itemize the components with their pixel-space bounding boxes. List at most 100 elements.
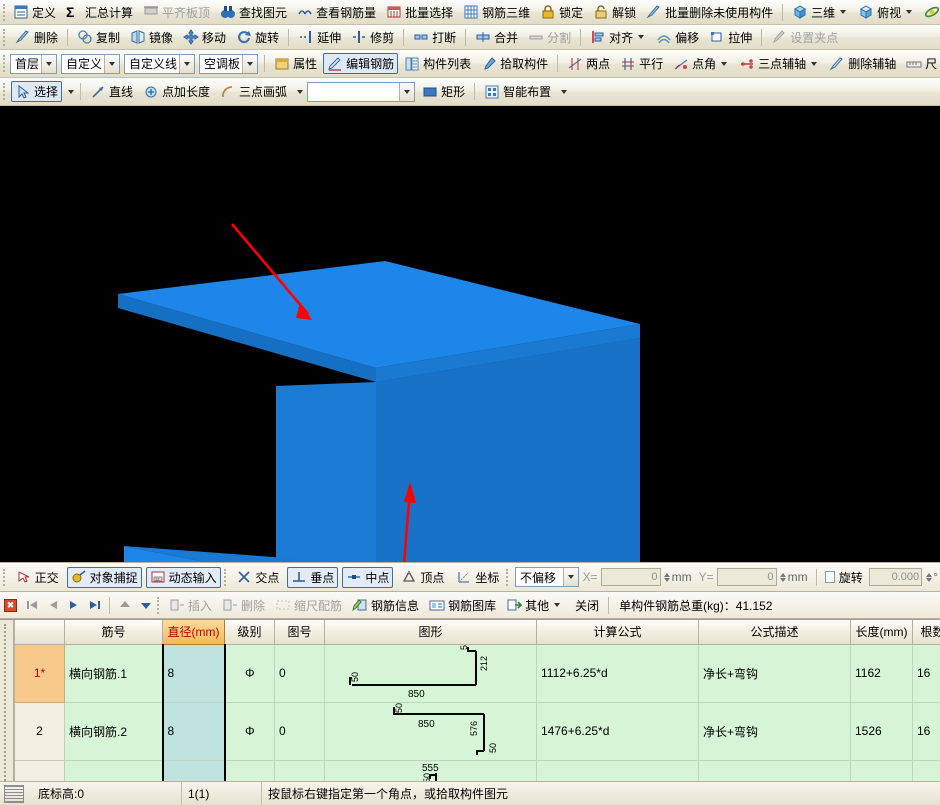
snap-button-coordinate[interactable]: 坐标 [452, 567, 503, 588]
column-header-length[interactable]: 长度(mm) [851, 620, 913, 644]
nav-first-record-button[interactable] [22, 596, 41, 615]
cell-figure-number[interactable]: 0 [275, 644, 325, 702]
toolbar-button-lock[interactable]: 锁定 [536, 2, 587, 23]
table-row[interactable]: 2横向钢筋.28Φ050850576501476+6.25*d净长+弯钩1526… [1, 702, 940, 760]
toolbar-button-rebar-info[interactable]: 钢筋信息 [348, 595, 423, 616]
chevron-down-icon[interactable] [554, 603, 560, 607]
column-header-figno[interactable]: 图号 [275, 620, 325, 644]
toolbar-button-binoculars[interactable]: 查找图元 [216, 2, 291, 23]
chevron-down-icon[interactable] [721, 62, 727, 66]
row-number[interactable]: 1* [15, 644, 65, 702]
y-spinner[interactable] [779, 568, 788, 586]
table-row[interactable]: 1*横向钢筋.18Φ050502128501112+6.25*d净长+弯钩116… [1, 644, 940, 702]
chevron-down-icon[interactable] [906, 10, 912, 14]
toolbar-button-other[interactable]: 其他 [502, 595, 566, 616]
toolbar-grip[interactable] [3, 83, 7, 100]
arc-option-combo[interactable] [307, 82, 415, 102]
rotate-input[interactable]: 0.000 [869, 568, 922, 586]
toolbar-button-pick-member[interactable]: 拾取构件 [477, 53, 552, 74]
snap-button-perpendicular[interactable]: 垂点 [287, 567, 338, 588]
cell-count[interactable]: 16 [913, 644, 940, 702]
column-header-formula[interactable]: 计算公式 [537, 620, 699, 644]
cell-description[interactable]: 净长+弯钩 [699, 644, 851, 702]
chevron-down-icon[interactable] [179, 55, 194, 73]
chevron-down-icon[interactable] [68, 90, 74, 94]
snap-button-midpoint[interactable]: 中点 [342, 567, 393, 588]
chevron-down-icon[interactable] [104, 55, 119, 73]
cell-formula[interactable]: 1112+6.25*d [537, 644, 699, 702]
toolbar-button-batch-select[interactable]: 批量选择 [382, 2, 457, 23]
toolbar-button-batch-delete[interactable]: 批量删除未使用构件 [642, 2, 777, 23]
toolbar-button-view-rebar-qty[interactable]: 查看钢筋量 [293, 2, 380, 23]
toolbar-button-rotate[interactable]: 旋转 [232, 27, 283, 48]
cell-diameter[interactable]: 8 [163, 644, 225, 702]
rotate-checkbox[interactable] [825, 571, 835, 583]
toolbar-button-stretch[interactable]: 拉伸 [705, 27, 756, 48]
toolbar-button-point-angle[interactable]: 点角 [669, 53, 733, 74]
chevron-down-icon[interactable] [242, 55, 257, 73]
toolbar-button-sigma[interactable]: Σ汇总计算 [62, 2, 137, 23]
column-header-desc[interactable]: 公式描述 [699, 620, 851, 644]
toolbar-grip[interactable] [3, 569, 7, 586]
snap-button-vertex[interactable]: 顶点 [397, 567, 448, 588]
toolbar-button-extend[interactable]: 延伸 [294, 27, 345, 48]
cell-length[interactable]: 1526 [851, 702, 913, 760]
toolbar-grip[interactable] [3, 55, 5, 72]
toolbar-button-mirror[interactable]: 镜像 [126, 27, 177, 48]
toolbar-button-rebar-library[interactable]: 钢筋图库 [425, 595, 500, 616]
cell-figure-number[interactable]: 0 [275, 702, 325, 760]
cell-count[interactable]: 16 [913, 702, 940, 760]
toolbar-button-member-list[interactable]: 构件列表 [400, 53, 475, 74]
toolbar-button-delete[interactable]: 删除 [11, 27, 62, 48]
toolbar-button-rectangle[interactable]: 矩形 [418, 81, 469, 102]
cell-grade[interactable]: Φ [225, 644, 275, 702]
chevron-down-icon[interactable] [840, 10, 846, 14]
offset-mode-combo[interactable]: 不偏移 [515, 567, 579, 587]
snap-button-dynamic-input[interactable]: 12动态输入 [146, 567, 221, 588]
toolbar-button-trim[interactable]: 修剪 [347, 27, 398, 48]
chevron-down-icon[interactable] [41, 55, 56, 73]
nav-last-record-button[interactable] [85, 596, 104, 615]
toolbar-button-dynamic-observe[interactable]: 动态观 [920, 2, 940, 23]
toolbar-button-cube-top[interactable]: 俯视 [854, 2, 918, 23]
cell-figure[interactable]: 5050212850 [325, 644, 537, 702]
cell-name[interactable]: 横向钢筋.1 [65, 644, 163, 702]
toolbar-button-unlock[interactable]: 解锁 [589, 2, 640, 23]
toolbar-grip[interactable] [157, 597, 161, 614]
snap-button-ortho[interactable]: 正交 [12, 567, 63, 588]
toolbar-button-merge[interactable]: 合并 [471, 27, 522, 48]
toolbar-button-break[interactable]: 打断 [409, 27, 460, 48]
row-number[interactable]: 2 [15, 702, 65, 760]
snap-button-intersection[interactable]: 交点 [232, 567, 283, 588]
nav-next-record-button[interactable] [64, 596, 83, 615]
rebar-table-container[interactable]: 筋号直径(mm)级别图号图形计算公式公式描述长度(mm)根数搭接损耗 1*横向钢… [0, 619, 940, 804]
rotate-spinner[interactable] [924, 568, 933, 586]
x-coordinate-input[interactable]: 0 [601, 568, 661, 586]
toolbar-button-two-point[interactable]: 两点 [563, 53, 614, 74]
toolbar-button-offset[interactable]: 偏移 [652, 27, 703, 48]
nav-prev-record-button[interactable] [43, 596, 62, 615]
cell-name[interactable]: 横向钢筋.2 [65, 702, 163, 760]
column-header-figure[interactable]: 图形 [325, 620, 537, 644]
3d-viewport[interactable]: Z [0, 106, 940, 562]
toolbar-button-move[interactable]: 移动 [179, 27, 230, 48]
cell-description[interactable]: 净长+弯钩 [699, 702, 851, 760]
toolbar-grip[interactable] [224, 569, 228, 586]
cell-diameter[interactable]: 8 [163, 702, 225, 760]
toolbar-button-rebar-3d[interactable]: 钢筋三维 [459, 2, 534, 23]
toolbar-button-align[interactable]: 对齐 [586, 27, 650, 48]
chevron-down-icon[interactable] [638, 35, 644, 39]
cell-formula[interactable]: 1476+6.25*d [537, 702, 699, 760]
toolbar-button-close-panel[interactable]: 关闭 [568, 595, 603, 616]
toolbar-button-select-arrow[interactable]: 选择 [11, 81, 62, 102]
chevron-down-icon[interactable] [297, 90, 303, 94]
chevron-down-icon[interactable] [811, 62, 817, 66]
toolbar-button-parallel[interactable]: 平行 [616, 53, 667, 74]
chevron-down-icon[interactable] [563, 568, 578, 586]
toolbar-button-cube[interactable]: 三维 [788, 2, 852, 23]
close-icon[interactable]: ✖ [4, 599, 17, 612]
nav-move-down-button[interactable] [136, 596, 155, 615]
toolbar-button-copy[interactable]: 复制 [73, 27, 124, 48]
y-coordinate-input[interactable]: 0 [717, 568, 777, 586]
chevron-down-icon[interactable] [399, 83, 414, 101]
